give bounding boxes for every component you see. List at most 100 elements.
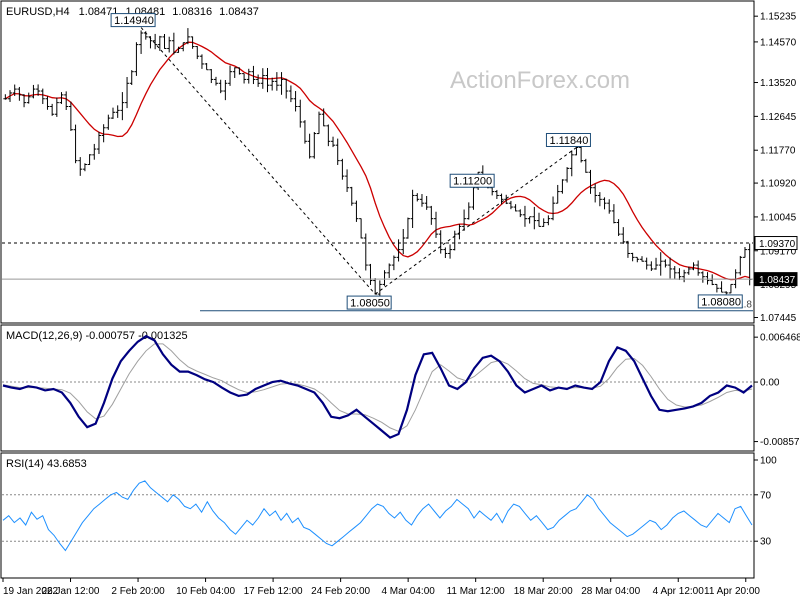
ohlc-bar — [26, 92, 31, 104]
ohlc-bar — [359, 218, 364, 239]
ohlc-bar — [134, 42, 139, 76]
ohlc-bar — [466, 202, 471, 220]
ohlc-bar — [448, 244, 453, 259]
ohlc-bar — [710, 274, 715, 286]
ohlc-bar — [597, 192, 602, 207]
ohlc-bar — [232, 67, 237, 78]
moving-average-series — [4, 41, 750, 281]
ohlc-bar — [204, 63, 209, 71]
ohlc-bar — [274, 72, 279, 91]
forex-chart: ActionForex.com EURUSD,H4 1.08471 1.0848… — [0, 0, 800, 600]
ohlc-bar — [419, 194, 424, 207]
x-tick-label: 11 Apr 20:00 — [704, 586, 760, 597]
ohlc-bar — [616, 219, 621, 236]
ohlc-bar — [223, 79, 228, 101]
rsi-series-line — [2, 480, 753, 552]
x-tick-label: 17 Feb 12:00 — [244, 586, 303, 597]
ohlc-bar — [602, 197, 607, 210]
ohlc-bar — [532, 206, 537, 230]
ohlc-bar — [415, 193, 420, 202]
ohlc-bar — [68, 101, 73, 131]
ohlc-bar — [443, 247, 448, 259]
ohlc-bar — [387, 263, 392, 278]
swing-projection-line — [140, 27, 376, 295]
macd-main-line — [2, 334, 753, 439]
ohlc-bar — [677, 268, 682, 281]
x-tick-label: 4 Apr 12:00 — [653, 586, 705, 597]
ohlc-bar — [560, 179, 565, 194]
ohlc-bar — [354, 200, 359, 222]
ohlc-bar — [373, 278, 378, 295]
watermark: ActionForex.com — [450, 67, 630, 94]
ohlc-bar — [302, 120, 307, 144]
ohlc-bar — [551, 196, 556, 221]
macd-tick-label: 0.006468 — [760, 333, 800, 344]
ohlc-bar — [340, 158, 345, 180]
ohlc-bar — [111, 107, 116, 119]
macd-signal-line — [2, 343, 753, 432]
close-value: 1.08437 — [219, 6, 259, 18]
ohlc-bar — [672, 266, 677, 279]
ohlc-bar — [410, 189, 415, 229]
ohlc-bar — [644, 257, 649, 270]
ohlc-bar — [537, 212, 542, 227]
low-value: 1.08316 — [172, 6, 212, 18]
ohlc-bar — [714, 283, 719, 293]
ohlc-bar — [508, 200, 513, 210]
ohlc-bar — [611, 204, 616, 224]
ohlc-bar — [719, 281, 724, 293]
swing-label: 1.08080 — [701, 296, 741, 308]
ohlc-bar — [705, 272, 710, 285]
ohlc-bar — [242, 73, 247, 84]
price-tick-label: 1.15235 — [760, 12, 797, 23]
ohlc-bar — [40, 88, 45, 105]
ohlc-bar — [265, 67, 270, 93]
ohlc-bar — [522, 205, 527, 227]
ohlc-bar — [331, 136, 336, 148]
ohlc-bar — [429, 205, 434, 225]
ohlc-bar — [724, 291, 729, 295]
rsi-tick-label: 70 — [760, 490, 772, 501]
ohlc-bar — [588, 169, 593, 194]
swing-label: 1.11840 — [549, 135, 588, 147]
ohlc-bar — [125, 76, 130, 109]
price-tag-label: 1.09370 — [759, 239, 796, 250]
ohlc-bar — [316, 111, 321, 135]
rsi-tick-label: 30 — [760, 537, 772, 548]
ohlc-bar — [31, 84, 36, 99]
rsi-panel-frame — [0, 452, 755, 579]
x-tick-label: 4 Mar 04:00 — [381, 586, 435, 597]
x-tick-label: 2 Feb 20:00 — [111, 586, 165, 597]
macd-panel-frame — [0, 324, 755, 452]
x-tick-label: 24 Feb 20:00 — [311, 586, 370, 597]
ohlc-bar — [82, 163, 87, 172]
ohlc-bar — [45, 96, 50, 110]
ohlc-bar — [438, 230, 443, 254]
ohlc-bar — [209, 68, 214, 84]
ohlc-bar — [129, 70, 134, 86]
ohlc-bar — [312, 131, 317, 159]
ohlc-bar — [228, 65, 233, 86]
ohlc-bar — [574, 145, 579, 156]
ohlc-bar — [195, 46, 200, 60]
ohlc-bar — [382, 270, 387, 286]
macd-tick-label: 0.00 — [760, 378, 780, 389]
symbol-label: EURUSD,H4 — [6, 6, 70, 18]
ohlc-bar — [120, 92, 125, 121]
ohlc-bar — [321, 108, 326, 127]
x-tick-label: 10 Feb 04:00 — [176, 586, 235, 597]
ohlc-bar — [345, 169, 350, 193]
ohlc-bar — [579, 146, 584, 163]
ohlc-bar — [471, 183, 476, 210]
swing-projection-line — [374, 147, 577, 295]
swing-label: 1.14940 — [114, 15, 154, 27]
price-annotations: 1.093701.08437FE 61.81.149401.112001.080… — [2, 13, 798, 312]
ohlc-bar — [96, 131, 101, 154]
ohlc-bar — [621, 227, 626, 244]
ohlc-bar — [87, 154, 92, 166]
ohlc-bar — [270, 77, 275, 91]
price-panel-frame — [0, 0, 755, 324]
ohlc-bar — [434, 211, 439, 238]
price-tick-label: 1.13520 — [760, 78, 797, 89]
rsi-tick-label: 100 — [760, 456, 777, 467]
